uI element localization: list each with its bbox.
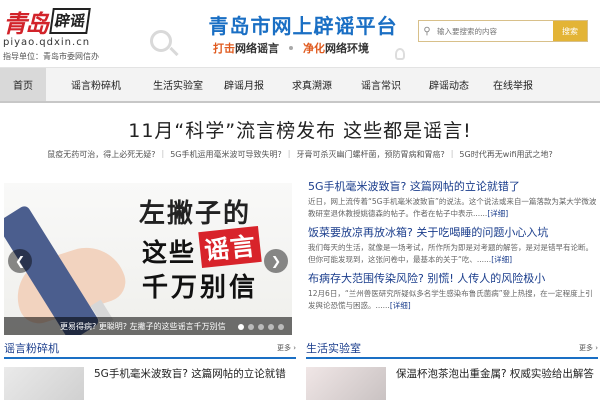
section-item-title[interactable]: 5G手机毫米波致盲? 这篇网帖的立论就错 (94, 367, 286, 400)
section-header: 生活实验室 更多 › (306, 339, 598, 359)
slogan-2-highlight: 净化 (303, 42, 325, 55)
nav-item-life-lab[interactable]: 生活实验室 (146, 68, 210, 101)
news-summary-text: 近日，网上流传着“5G手机毫米波致盲”的说法。这个说法或来自一篇落款为某大学微波… (308, 197, 597, 218)
site-logo[interactable]: 青岛 辟谣 piyao.qdxin.cn 指导单位：青岛市委网信办 (3, 6, 143, 62)
section-item-title[interactable]: 保温杯泡茶泡出重金属? 权威实验给出解答 (396, 367, 594, 400)
headline-link-2[interactable]: 5G手机运用毫米波可导致失明? (170, 149, 282, 160)
news-summary: 我们每天的生活，就像是一场考试，所作所为即是对考题的解答，是对是错早有论断。但你… (308, 242, 598, 266)
news-item: 布病存大范围传染风险? 别慌! 人传人的风险极小 12月6日，“兰州兽医研究所疑… (308, 271, 598, 312)
magnifier-decoration-icon (150, 30, 172, 52)
link-separator: | (450, 149, 454, 158)
carousel-dot[interactable] (238, 324, 244, 330)
section-item[interactable]: 5G手机毫米波致盲? 这篇网帖的立论就错 (4, 367, 296, 400)
carousel-dot[interactable] (268, 324, 274, 330)
news-more-link[interactable]: [详细] (390, 301, 411, 310)
headline-title[interactable]: 11月“科学”流言榜发布 这些都是谣言! (0, 116, 600, 143)
link-separator: | (161, 149, 165, 158)
news-item: 饭菜要放凉再放冰箱? 关于吃喝睡的问题小心入坑 我们每天的生活，就像是一场考试，… (308, 225, 598, 266)
news-title[interactable]: 饭菜要放凉再放冰箱? 关于吃喝睡的问题小心入坑 (308, 225, 598, 240)
slogan-2-rest: 网络环境 (325, 42, 369, 55)
nav-item-truth-tracing[interactable]: 求真溯源 (278, 68, 346, 101)
nav-item-rumor-crusher[interactable]: 谣言粉碎机 (46, 68, 146, 101)
section-more-link[interactable]: 更多 › (579, 343, 598, 353)
carousel-dot[interactable] (258, 324, 264, 330)
carousel-next-icon[interactable]: ❯ (264, 249, 288, 273)
search-button[interactable]: 搜索 (553, 21, 587, 41)
slide-text-highlight: 谣言 (198, 225, 262, 269)
news-item: 5G手机毫米波致盲? 这篇网帖的立论就错了 近日，网上流传着“5G手机毫米波致盲… (308, 179, 598, 220)
news-more-link[interactable]: [详细] (487, 209, 508, 218)
slide-text-line-1: 左撇子的 (139, 199, 252, 229)
carousel-dot[interactable] (248, 324, 254, 330)
site-title: 青岛市网上辟谣平台 (208, 14, 398, 38)
site-header: 青岛 辟谣 piyao.qdxin.cn 指导单位：青岛市委网信办 青岛市网上辟… (0, 0, 600, 67)
section-thumbnail[interactable] (4, 367, 84, 400)
news-title[interactable]: 5G手机毫米波致盲? 这篇网帖的立论就错了 (308, 179, 598, 194)
search-icon: ⚲ (423, 25, 431, 37)
headline-sub-links: 鼠疫无药可治，得上必死无疑? | 5G手机运用毫米波可导致失明? | 牙膏可杀灭… (0, 149, 600, 160)
main-nav: 首页 谣言粉碎机 生活实验室 辟谣月报 求真溯源 谣言常识 辟谣动态 在线举报 (0, 67, 600, 103)
carousel-prev-icon[interactable]: ❮ (8, 249, 32, 273)
nav-item-monthly-report[interactable]: 辟谣月报 (210, 68, 278, 101)
slogan: 打击 网络谣言 净化 网络环境 (213, 40, 369, 56)
section-item[interactable]: 保温杯泡茶泡出重金属? 权威实验给出解答 (306, 367, 598, 400)
carousel-dots (238, 324, 284, 330)
headline-block: 11月“科学”流言榜发布 这些都是谣言! 鼠疫无药可治，得上必死无疑? | 5G… (0, 103, 600, 179)
nav-item-news[interactable]: 辟谣动态 (416, 68, 482, 101)
section-title[interactable]: 生活实验室 (306, 340, 361, 356)
news-summary: 近日，网上流传着“5G手机毫米波致盲”的说法。这个说法或来自一篇落款为某大学微波… (308, 196, 598, 220)
slogan-separator (289, 46, 293, 50)
headline-link-3[interactable]: 牙膏可杀灭幽门螺杆菌，预防胃病和胃癌? (296, 149, 444, 160)
section-title[interactable]: 谣言粉碎机 (4, 340, 59, 356)
headline-link-1[interactable]: 鼠疫无药可治，得上必死无疑? (47, 149, 155, 160)
search-input[interactable] (435, 21, 553, 41)
slogan-1-highlight: 打击 (213, 42, 235, 55)
nav-item-report[interactable]: 在线举报 (482, 68, 544, 101)
search-box: ⚲ 搜索 (418, 20, 588, 42)
slogan-1-rest: 网络谣言 (235, 42, 279, 55)
section-rumor-crusher: 谣言粉碎机 更多 › 5G手机毫米波致盲? 这篇网帖的立论就错 (4, 339, 296, 400)
lightbulb-decoration-icon (395, 48, 405, 60)
logo-text-black: 辟谣 (49, 8, 91, 34)
nav-item-home[interactable]: 首页 (0, 68, 46, 101)
image-carousel[interactable]: 左撇子的 这些 谣言 千万别信 ❮ ❯ 更易得病? 更聪明? 左撇子的这些谣言千… (4, 183, 292, 335)
headline-link-4[interactable]: 5G时代再无wifi用武之地? (459, 149, 552, 160)
site-domain: piyao.qdxin.cn (3, 37, 91, 48)
news-summary-text: 我们每天的生活，就像是一场考试，所作所为即是对考题的解答，是对是错早有论断。但你… (308, 243, 593, 264)
slide-text-line-3: 千万别信 (142, 273, 259, 303)
nav-item-rumor-knowledge[interactable]: 谣言常识 (346, 68, 416, 101)
slide-text-line-2: 这些 (142, 238, 197, 267)
carousel-dot[interactable] (278, 324, 284, 330)
news-summary-text: 12月6日，“兰州兽医研究所疑似多名学生感染布鲁氏菌病”登上热搜，在一定程度上引… (308, 289, 593, 310)
link-separator: | (287, 149, 291, 158)
section-more-link[interactable]: 更多 › (277, 343, 296, 353)
section-blocks: 谣言粉碎机 更多 › 5G手机毫米波致盲? 这篇网帖的立论就错 生活实验室 更多… (0, 339, 600, 400)
section-header: 谣言粉碎机 更多 › (4, 339, 296, 359)
section-thumbnail[interactable] (306, 367, 386, 400)
news-title[interactable]: 布病存大范围传染风险? 别慌! 人传人的风险极小 (308, 271, 598, 286)
logo-text-red: 青岛 (3, 9, 49, 38)
news-more-link[interactable]: [详细] (491, 255, 512, 264)
main-content: 左撇子的 这些 谣言 千万别信 ❮ ❯ 更易得病? 更聪明? 左撇子的这些谣言千… (0, 179, 600, 339)
news-summary: 12月6日，“兰州兽医研究所疑似多名学生感染布鲁氏菌病”登上热搜，在一定程度上引… (308, 288, 598, 312)
news-list: 5G手机毫米波致盲? 这篇网帖的立论就错了 近日，网上流传着“5G手机毫米波致盲… (308, 179, 598, 317)
logo-mark: 青岛 辟谣 (3, 6, 143, 38)
guide-unit: 指导单位：青岛市委网信办 (3, 52, 99, 61)
section-life-lab: 生活实验室 更多 › 保温杯泡茶泡出重金属? 权威实验给出解答 (306, 339, 598, 400)
